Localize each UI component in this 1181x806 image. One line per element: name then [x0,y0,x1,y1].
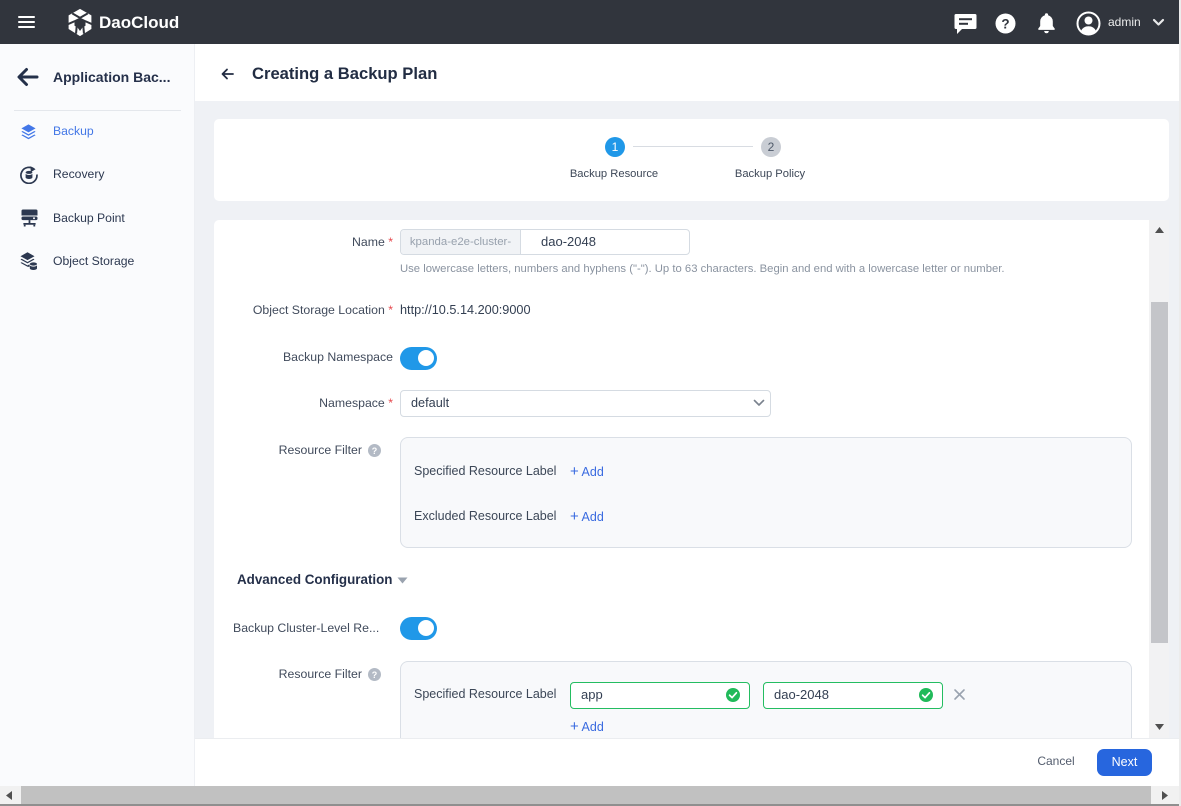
svg-text:?: ? [372,446,378,456]
svg-text:?: ? [372,670,378,680]
svg-text:?: ? [1001,16,1009,31]
